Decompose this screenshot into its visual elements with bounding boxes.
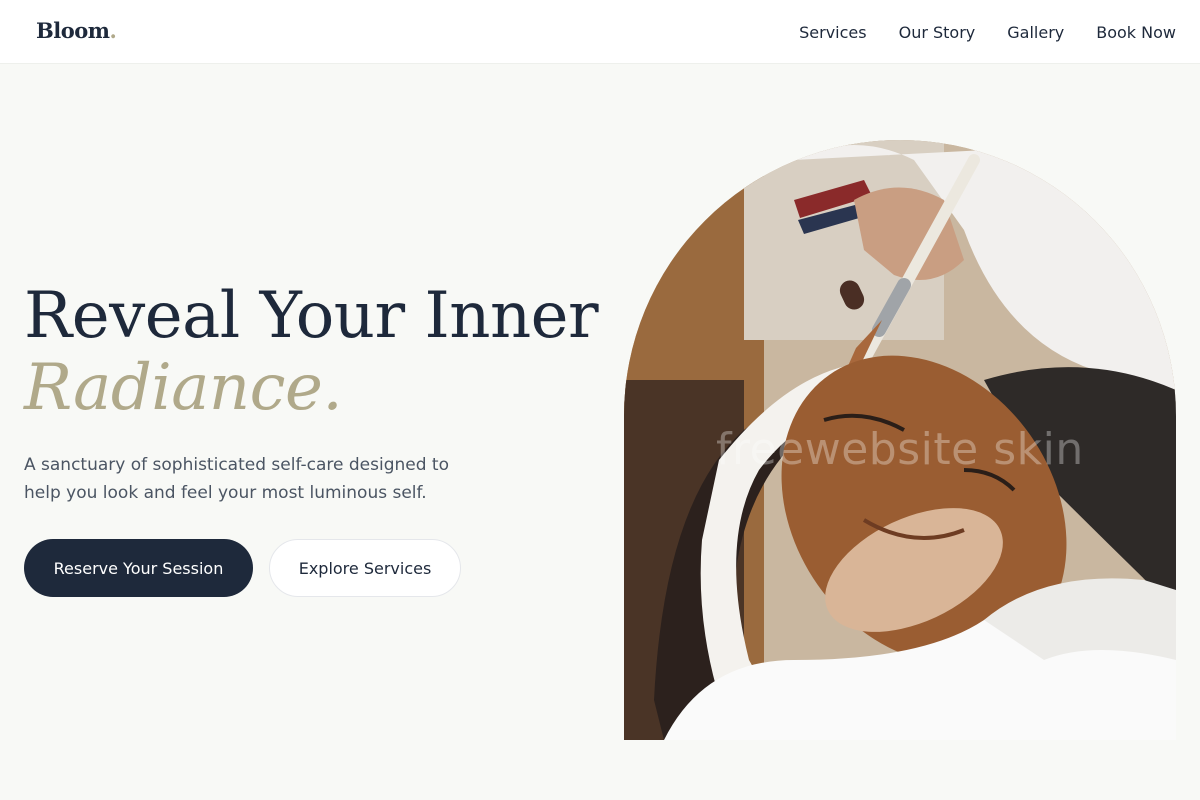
logo-dot: . bbox=[109, 18, 117, 43]
logo[interactable]: Bloom. bbox=[36, 18, 117, 43]
hero-image: freewebsite skin bbox=[624, 140, 1176, 740]
headline-line-2: Radiance. bbox=[24, 351, 343, 425]
nav-link-services[interactable]: Services bbox=[799, 23, 866, 42]
reserve-session-button[interactable]: Reserve Your Session bbox=[24, 539, 253, 597]
nav-link-book-now[interactable]: Book Now bbox=[1096, 23, 1176, 42]
explore-services-button[interactable]: Explore Services bbox=[269, 539, 461, 597]
headline-line-1: Reveal Your Inner bbox=[24, 279, 599, 353]
image-watermark: freewebsite skin bbox=[716, 424, 1084, 475]
hero-subtext: A sanctuary of sophisticated self-care d… bbox=[24, 455, 449, 503]
hero-headline: Reveal Your Inner Radiance. bbox=[24, 279, 599, 425]
main-nav: Services Our Story Gallery Book Now bbox=[799, 0, 1176, 64]
site-header: Bloom. Services Our Story Gallery Book N… bbox=[0, 0, 1200, 64]
nav-link-gallery[interactable]: Gallery bbox=[1007, 23, 1064, 42]
nav-link-our-story[interactable]: Our Story bbox=[899, 23, 976, 42]
